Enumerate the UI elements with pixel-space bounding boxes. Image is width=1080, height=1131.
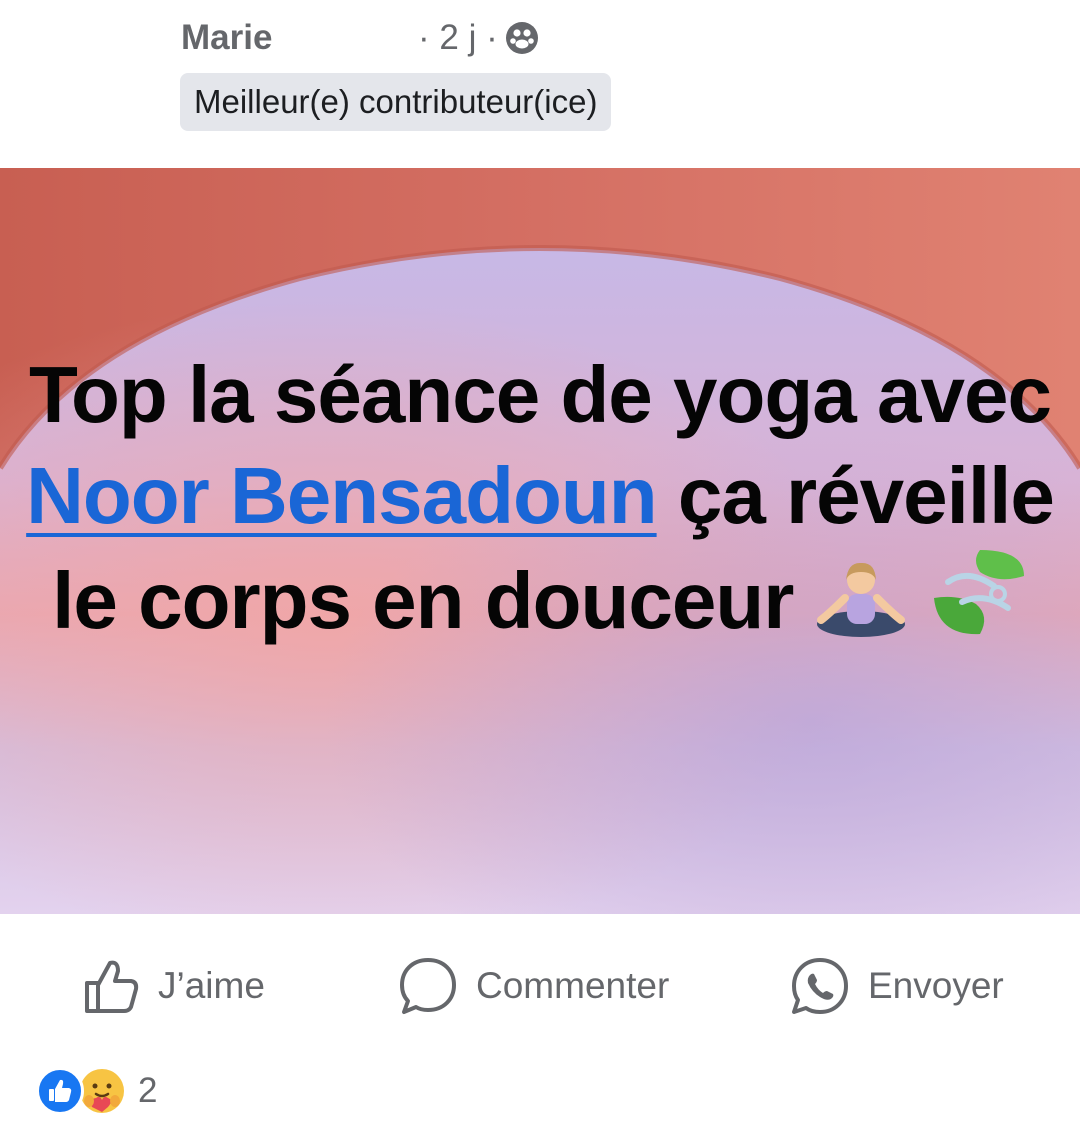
comment-label: Commenter xyxy=(476,965,670,1006)
post-actions-bar: J’aime Commenter Envoyer xyxy=(0,914,1080,1050)
friends-icon xyxy=(504,20,540,56)
comment-icon xyxy=(400,958,456,1014)
send-button[interactable]: Envoyer xyxy=(790,956,1004,1016)
leaf-fluttering-in-wind-emoji xyxy=(928,546,1028,661)
post-text: Top la séance de yoga avec Noor Bensadou… xyxy=(0,344,1080,661)
thumbs-up-icon xyxy=(85,960,139,1013)
like-button[interactable]: J’aime xyxy=(82,956,265,1016)
mention-link[interactable]: Noor Bensadoun xyxy=(26,451,657,540)
post-header: Marie · 2 j · Meilleur(e) contributeur(i… xyxy=(0,0,1080,168)
post-background: Top la séance de yoga avec Noor Bensadou… xyxy=(0,168,1080,914)
top-contributor-badge[interactable]: Meilleur(e) contributeur(ice) xyxy=(180,73,612,131)
post-meta: · 2 j · xyxy=(418,18,540,58)
woman-in-lotus-position-emoji xyxy=(815,558,907,661)
post-timestamp[interactable]: · 2 j · xyxy=(418,18,498,58)
like-reaction-icon xyxy=(36,1067,84,1115)
comment-button[interactable]: Commenter xyxy=(398,956,669,1016)
send-label: Envoyer xyxy=(868,965,1004,1006)
whatsapp-icon xyxy=(792,958,848,1014)
like-label: J’aime xyxy=(158,965,265,1006)
post-text-part1: Top la séance de yoga avec xyxy=(29,350,1052,439)
reaction-count: 2 xyxy=(138,1071,158,1110)
reactions-summary[interactable]: 2 xyxy=(36,1066,157,1116)
care-reaction-icon xyxy=(78,1067,126,1115)
author-name[interactable]: Marie xyxy=(181,18,272,58)
